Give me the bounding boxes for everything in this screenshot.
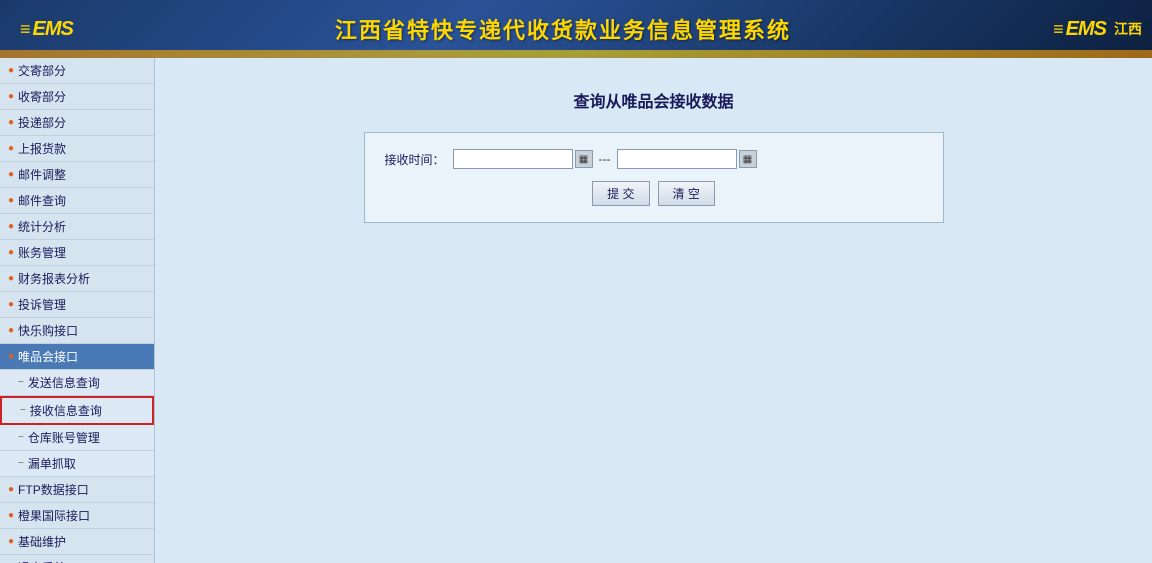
sidebar-item-youjian-query[interactable]: ● 邮件查询 xyxy=(0,188,154,214)
sidebar-sublabel-cangku: 仓库账号管理 xyxy=(28,429,100,446)
sidebar: ● 交寄部分 ● 收寄部分 ● 投递部分 ● 上报货款 ● 邮件调整 ● 邮件查… xyxy=(0,58,155,563)
bullet-zhangwu: ● xyxy=(8,247,14,258)
header-title: 江西省特快专递代收货款业务信息管理系统 xyxy=(73,13,1053,45)
bullet-caiwu: ● xyxy=(8,273,14,284)
sidebar-label-jiaoji: 交寄部分 xyxy=(18,62,66,79)
page-title: 查询从唯品会接收数据 xyxy=(573,88,733,112)
ems-arrow-right: ≡ xyxy=(1053,19,1064,40)
sub-bullet-jieshou: − xyxy=(20,405,26,416)
bullet-weipin: ● xyxy=(8,351,14,362)
sub-bullet-cangku: − xyxy=(18,432,24,443)
sidebar-label-shouzhi: 收寄部分 xyxy=(18,88,66,105)
calendar-start-icon[interactable]: ▦ xyxy=(575,150,593,168)
calendar-end-icon[interactable]: ▦ xyxy=(739,150,757,168)
sidebar-sublabel-jieshou: 接收信息查询 xyxy=(30,402,102,419)
main-layout: ● 交寄部分 ● 收寄部分 ● 投递部分 ● 上报货款 ● 邮件调整 ● 邮件查… xyxy=(0,58,1152,563)
sidebar-label-youjian-query: 邮件查询 xyxy=(18,192,66,209)
sidebar-label-kuaile: 快乐购接口 xyxy=(18,322,78,339)
sidebar-item-tousong[interactable]: ● 投递部分 xyxy=(0,110,154,136)
sidebar-item-zhangwu[interactable]: ● 账务管理 xyxy=(0,240,154,266)
bullet-kuaile: ● xyxy=(8,325,14,336)
sub-bullet-fasong: − xyxy=(18,377,24,388)
header-wave xyxy=(0,50,1152,58)
sidebar-item-ftp[interactable]: ● FTP数据接口 xyxy=(0,477,154,503)
sidebar-sublabel-loudan: 漏单抓取 xyxy=(28,455,76,472)
sub-bullet-loudan: − xyxy=(18,458,24,469)
logo-right: ≡ EMS 江西 xyxy=(1053,18,1152,41)
bullet-youjian-adj: ● xyxy=(8,169,14,180)
ems-logo-left: ≡ EMS xyxy=(20,18,73,41)
sidebar-label-tousong: 投递部分 xyxy=(18,114,66,131)
sidebar-label-zhangwu: 账务管理 xyxy=(18,244,66,261)
sidebar-label-shangbao: 上报货款 xyxy=(18,140,66,157)
bullet-jiaoji: ● xyxy=(8,65,14,76)
bullet-tousong: ● xyxy=(8,117,14,128)
ems-logo-right: ≡ EMS xyxy=(1053,18,1106,41)
form-panel: 接收时间： ▦ --- ▦ 提 交 清 空 xyxy=(364,132,944,223)
sidebar-item-jiaoji[interactable]: ● 交寄部分 xyxy=(0,58,154,84)
sidebar-label-youjian-adj: 邮件调整 xyxy=(18,166,66,183)
sidebar-subitem-cangku[interactable]: − 仓库账号管理 xyxy=(0,425,154,451)
header: ≡ EMS 江西省特快专递代收货款业务信息管理系统 ≡ EMS 江西 xyxy=(0,0,1152,58)
sidebar-item-shouzhi[interactable]: ● 收寄部分 xyxy=(0,84,154,110)
bullet-tousu: ● xyxy=(8,299,14,310)
sidebar-item-pingguo[interactable]: ● 橙果国际接口 xyxy=(0,503,154,529)
sidebar-sublabel-fasong: 发送信息查询 xyxy=(28,374,100,391)
sidebar-item-youjian-adj[interactable]: ● 邮件调整 xyxy=(0,162,154,188)
clear-button[interactable]: 清 空 xyxy=(658,181,715,206)
bullet-jichu: ● xyxy=(8,536,14,547)
btn-row: 提 交 清 空 xyxy=(385,181,923,206)
bullet-shangbao: ● xyxy=(8,143,14,154)
sidebar-subitem-loudan[interactable]: − 漏单抓取 xyxy=(0,451,154,477)
submit-button[interactable]: 提 交 xyxy=(592,181,649,206)
sidebar-label-ftp: FTP数据接口 xyxy=(18,481,89,498)
sidebar-label-caiwu: 财务报表分析 xyxy=(18,270,90,287)
header-jiangxi: 江西 xyxy=(1106,19,1142,39)
receive-time-start-input[interactable] xyxy=(453,149,573,169)
sidebar-item-kuaile[interactable]: ● 快乐购接口 xyxy=(0,318,154,344)
ems-arrow-left: ≡ xyxy=(20,19,31,40)
form-row-time: 接收时间： ▦ --- ▦ xyxy=(385,149,923,169)
sidebar-item-tousu[interactable]: ● 投诉管理 xyxy=(0,292,154,318)
logo-left: ≡ EMS xyxy=(0,18,73,41)
ems-text-left: EMS xyxy=(33,18,73,41)
bullet-tongji: ● xyxy=(8,221,14,232)
sidebar-item-tuichu[interactable]: ● 退出系统 xyxy=(0,555,154,563)
sidebar-label-weipin: 唯品会接口 xyxy=(18,348,78,365)
sidebar-label-pingguo: 橙果国际接口 xyxy=(18,507,90,524)
sidebar-label-tuichu: 退出系统 xyxy=(18,559,66,563)
receive-time-label: 接收时间： xyxy=(385,151,445,168)
sidebar-label-tousu: 投诉管理 xyxy=(18,296,66,313)
sidebar-subitem-fasong[interactable]: − 发送信息查询 xyxy=(0,370,154,396)
sidebar-item-caiwu[interactable]: ● 财务报表分析 xyxy=(0,266,154,292)
sidebar-item-shangbao[interactable]: ● 上报货款 xyxy=(0,136,154,162)
bullet-ftp: ● xyxy=(8,484,14,495)
bullet-shouzhi: ● xyxy=(8,91,14,102)
sidebar-item-weipin[interactable]: ● 唯品会接口 xyxy=(0,344,154,370)
time-separator: --- xyxy=(599,152,611,166)
sidebar-subitem-jieshou[interactable]: − 接收信息查询 xyxy=(0,396,154,425)
ems-text-right: EMS xyxy=(1066,18,1106,41)
bullet-youjian-query: ● xyxy=(8,195,14,206)
receive-time-end-input[interactable] xyxy=(617,149,737,169)
content-area: 查询从唯品会接收数据 接收时间： ▦ --- ▦ 提 交 清 空 xyxy=(155,58,1152,563)
sidebar-item-tongji[interactable]: ● 统计分析 xyxy=(0,214,154,240)
sidebar-item-jichu[interactable]: ● 基础维护 xyxy=(0,529,154,555)
bullet-pingguo: ● xyxy=(8,510,14,521)
sidebar-label-jichu: 基础维护 xyxy=(18,533,66,550)
sidebar-label-tongji: 统计分析 xyxy=(18,218,66,235)
